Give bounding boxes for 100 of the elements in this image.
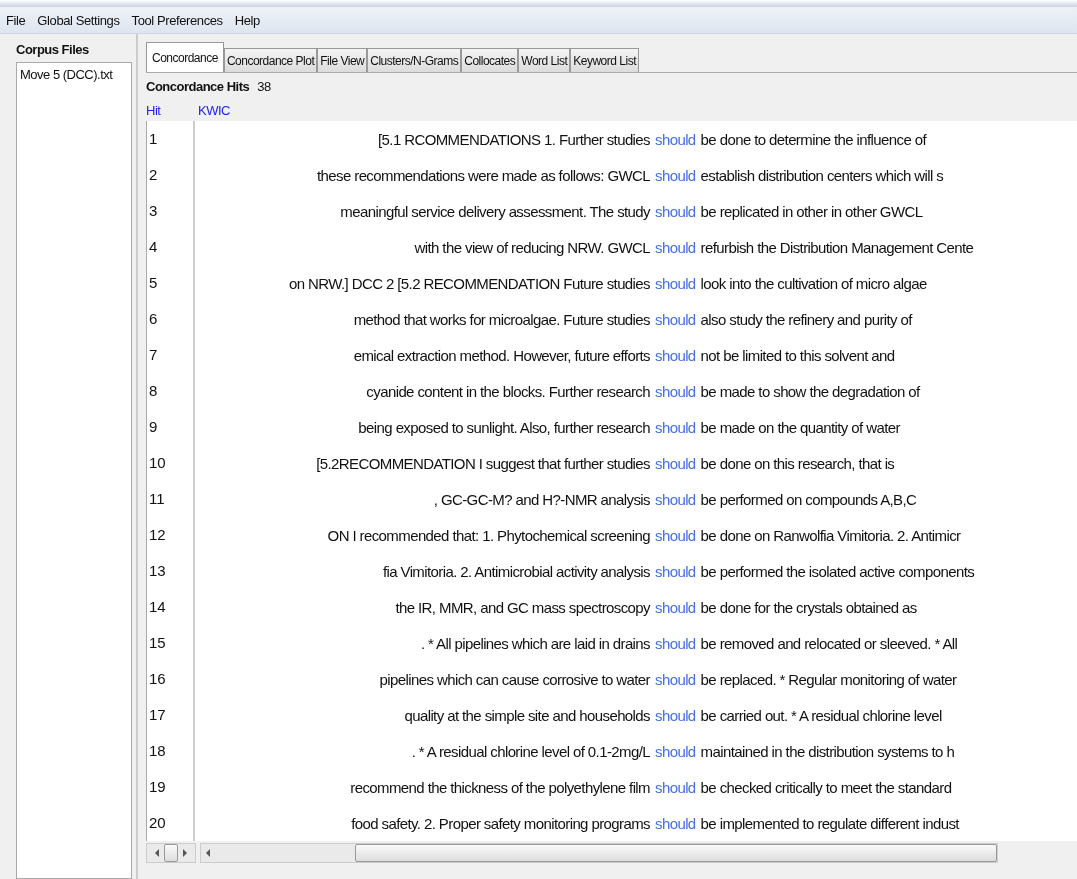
keyword: should (655, 274, 696, 292)
right-context: be made to show the degradation of (700, 382, 920, 400)
menu-item[interactable]: Global Settings (37, 12, 120, 28)
hit-number: 10 (148, 453, 167, 473)
left-context: these recommendations were made as follows: GWCL (315, 166, 650, 184)
left-context: meaningful service delivery assessment. The study (339, 202, 650, 220)
left-context: being exposed to sunlight. Also, further research (357, 418, 650, 436)
right-context: be checked critically to meet the standard (700, 778, 952, 796)
hit-number: 20 (148, 813, 167, 833)
right-context: be carried out. * A residual chlorine level (700, 706, 942, 724)
right-context: be done for the crystals obtained as (700, 598, 917, 616)
hit-number: 9 (148, 417, 159, 437)
left-context: method that works for microalgae. Future studies (352, 310, 650, 328)
keyword: should (655, 166, 696, 184)
left-context: on NRW.] DCC 2 [5.2 RECOMMENDATION Future studies (288, 274, 650, 292)
tab[interactable]: File View (317, 48, 368, 72)
menu-item[interactable]: Tool Preferences (131, 12, 223, 28)
menu-item[interactable]: Help (234, 12, 260, 28)
left-context: , GC-GC-M? and H?-NMR analysis (432, 490, 650, 508)
hit-number: 4 (148, 237, 159, 257)
left-context: emical extraction method. However, future efforts (352, 346, 650, 364)
left-arrow-icon[interactable] (155, 849, 159, 857)
left-arrow-icon[interactable] (206, 849, 210, 857)
keyword: should (655, 346, 696, 364)
right-context: look into the cultivation of micro algae (700, 274, 927, 292)
left-context: [5.2RECOMMENDATION I suggest that further studies (315, 454, 650, 472)
right-context: be performed the isolated active components (700, 562, 975, 580)
keyword: should (655, 742, 696, 760)
keyword: should (655, 382, 696, 400)
hit-number: 5 (148, 273, 159, 293)
keyword: should (655, 706, 696, 724)
left-context: quality at the simple site and households (403, 706, 650, 724)
left-context: [5.1 RCOMMENDATIONS 1. Further studies (377, 130, 650, 148)
tab[interactable]: Collocates (461, 48, 519, 72)
right-context: also study the refinery and purity of (700, 310, 912, 328)
hit-number: 8 (148, 381, 159, 401)
column-header[interactable]: Hit (146, 102, 198, 118)
hit-number: 14 (148, 597, 167, 617)
right-context: be removed and relocated or sleeved. * All (700, 634, 958, 652)
left-context: pipelines which can cause corrosive to water (378, 670, 650, 688)
right-context: be made on the quantity of water (700, 418, 900, 436)
hits-count: 38 (257, 78, 271, 94)
hit-number: 7 (148, 345, 159, 365)
tab[interactable]: Word List (518, 48, 571, 72)
hit-number: 19 (148, 777, 167, 797)
left-context: fia Vimitoria. 2. Antimicrobial activity analysis (381, 562, 650, 580)
right-context: be replicated in other in other GWCL (700, 202, 923, 220)
hit-number: 1 (148, 129, 159, 149)
right-context: be done on this research, that is (700, 454, 895, 472)
hit-number: 11 (148, 489, 166, 509)
keyword: should (655, 598, 696, 616)
right-context: be performed on compounds A,B,C (700, 490, 917, 508)
keyword: should (655, 418, 696, 436)
right-context: refurbish the Distribution Management Cente (700, 238, 974, 256)
keyword: should (655, 778, 696, 796)
keyword: should (655, 634, 696, 652)
tab[interactable]: Keyword List (570, 48, 639, 72)
left-context: recommend the thickness of the polyethylene film (349, 778, 650, 796)
keyword: should (655, 670, 696, 688)
column-header[interactable]: KWIC (198, 102, 230, 118)
keyword: should (655, 562, 696, 580)
left-context: food safety. 2. Proper safety monitoring programs (350, 814, 650, 832)
keyword: should (655, 310, 696, 328)
right-context: be implemented to regulate different indust (700, 814, 959, 832)
right-context: be done to determine the influence of (700, 130, 927, 148)
tab[interactable]: Concordance (146, 42, 224, 72)
hit-number: 2 (148, 165, 159, 185)
keyword: should (655, 814, 696, 832)
scrollbar[interactable] (200, 843, 998, 863)
hits-label: Concordance Hits (146, 78, 250, 94)
keyword: should (655, 238, 696, 256)
right-context: establish distribution centers which will s (700, 166, 944, 184)
left-context: ON I recommended that: 1. Phytochemical screening (326, 526, 650, 544)
hit-number: 12 (148, 525, 167, 545)
corpus-file[interactable]: Move 5 (DCC).txt (20, 67, 128, 82)
hit-number: 6 (148, 309, 159, 329)
tab[interactable]: Clusters/N-Grams (367, 48, 462, 72)
hit-number: 15 (148, 633, 167, 653)
keyword: should (655, 454, 696, 472)
tab[interactable]: Concordance Plot (223, 48, 318, 72)
keyword: should (655, 526, 696, 544)
left-context: with the view of reducing NRW. GWCL (413, 238, 650, 256)
left-context: . * A residual chlorine level of 0.1-2mg/L (410, 742, 650, 760)
panel-title: Corpus Files (16, 42, 90, 57)
left-context: . * All pipelines which are laid in drains (419, 634, 650, 652)
left-context: the IR, MMR, and GC mass spectroscopy (394, 598, 650, 616)
hit-number: 16 (148, 669, 167, 689)
menu-item[interactable]: File (6, 12, 26, 28)
hit-number: 18 (148, 741, 167, 761)
hit-number: 13 (148, 561, 167, 581)
hit-number: 3 (148, 201, 159, 221)
keyword: should (655, 202, 696, 220)
right-context: not be limited to this solvent and (700, 346, 895, 364)
right-arrow-icon[interactable] (183, 849, 187, 857)
left-context: cyanide content in the blocks. Further research (365, 382, 650, 400)
keyword: should (655, 490, 696, 508)
scrollbar[interactable] (146, 843, 196, 863)
right-context: be replaced. * Regular monitoring of water (700, 670, 957, 688)
hit-number: 17 (148, 705, 167, 725)
right-context: be done on Ranwolfia Vimitoria. 2. Antimicr (700, 526, 961, 544)
